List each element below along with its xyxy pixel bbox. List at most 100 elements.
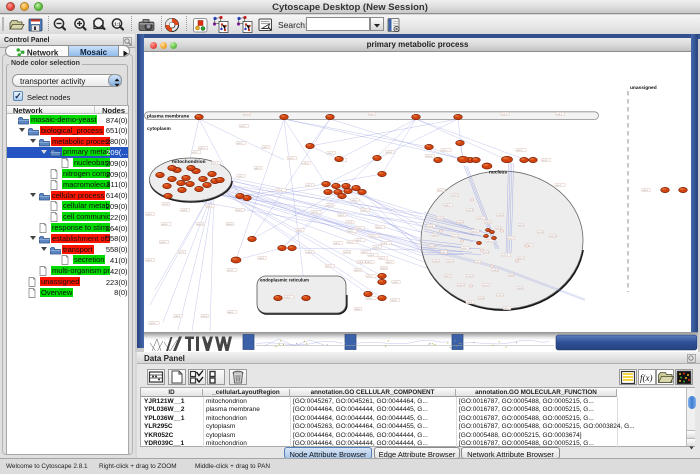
svg-text:a25-9: a25-9 — [458, 222, 464, 224]
svg-text:a42-8: a42-8 — [150, 323, 156, 325]
svg-text:a76-7: a76-7 — [192, 152, 198, 154]
svg-text:a85-5: a85-5 — [518, 258, 524, 260]
svg-text:f(x): f(x) — [640, 373, 653, 383]
svg-text:a13-6: a13-6 — [538, 232, 544, 234]
svg-text:a25-1: a25-1 — [339, 215, 345, 217]
svg-text:a93-9: a93-9 — [458, 285, 464, 287]
svg-text:a45-9: a45-9 — [285, 297, 291, 299]
svg-text:a41-5: a41-5 — [487, 241, 493, 243]
svg-text:a98-9: a98-9 — [381, 268, 387, 270]
svg-text:a48-7: a48-7 — [348, 231, 354, 233]
svg-text:a59-7: a59-7 — [327, 153, 333, 155]
svg-text:a51-1: a51-1 — [519, 225, 525, 227]
svg-text:a61-1: a61-1 — [452, 236, 458, 238]
svg-text:a37-9: a37-9 — [430, 246, 436, 248]
svg-text:a88-2: a88-2 — [445, 205, 451, 207]
svg-text:a62-1: a62-1 — [452, 195, 458, 197]
svg-text:a27-7: a27-7 — [212, 163, 218, 165]
svg-text:a84-6: a84-6 — [162, 224, 168, 226]
svg-text:a22-2: a22-2 — [288, 158, 294, 160]
svg-text:a86-5: a86-5 — [228, 312, 234, 314]
svg-text:unassigned: unassigned — [630, 85, 657, 91]
svg-text:a95-2: a95-2 — [237, 143, 243, 145]
svg-text:a74-5: a74-5 — [163, 204, 169, 206]
svg-text:a79-6: a79-6 — [382, 243, 388, 245]
svg-text:a26-9: a26-9 — [467, 276, 473, 278]
svg-text:a33-7: a33-7 — [263, 147, 269, 149]
svg-text:1:1: 1:1 — [114, 22, 121, 27]
svg-text:a12-5: a12-5 — [367, 298, 373, 300]
svg-text:a33-6: a33-6 — [202, 316, 208, 318]
svg-text:a34-6: a34-6 — [492, 270, 498, 272]
svg-text:a25-3: a25-3 — [344, 252, 350, 254]
svg-text:a97-1: a97-1 — [442, 150, 448, 152]
svg-text:a58-2: a58-2 — [509, 275, 515, 277]
svg-text:a26-1: a26-1 — [462, 248, 468, 250]
svg-text:a98-2: a98-2 — [518, 288, 524, 290]
svg-text:a51-9: a51-9 — [542, 160, 548, 162]
svg-text:a81-5: a81-5 — [550, 236, 556, 238]
svg-text:a96-6: a96-6 — [146, 260, 152, 262]
svg-text:a63-8: a63-8 — [428, 226, 434, 228]
svg-text:a86-9: a86-9 — [199, 148, 205, 150]
svg-text:a17-6: a17-6 — [437, 218, 443, 220]
svg-text:a18-5: a18-5 — [369, 255, 375, 257]
svg-text:a27-6: a27-6 — [277, 190, 283, 192]
svg-text:a53-6: a53-6 — [240, 126, 246, 128]
svg-text:a53-1: a53-1 — [206, 206, 212, 208]
svg-text:a15-6: a15-6 — [483, 285, 489, 287]
svg-text:a23-9: a23-9 — [244, 114, 250, 116]
svg-text:a13-5: a13-5 — [302, 163, 308, 165]
svg-text:a62-3: a62-3 — [355, 270, 361, 272]
svg-text:a54-3: a54-3 — [362, 252, 368, 254]
svg-text:a88-1: a88-1 — [355, 309, 361, 311]
svg-text:a27-8: a27-8 — [327, 205, 333, 207]
svg-text:a43-9: a43-9 — [181, 210, 187, 212]
svg-text:a25-3: a25-3 — [478, 218, 484, 220]
svg-text:a94-9: a94-9 — [376, 227, 382, 229]
svg-text:a86-6: a86-6 — [175, 316, 181, 318]
svg-text:a17-1: a17-1 — [179, 252, 185, 254]
svg-text:a90-6: a90-6 — [227, 224, 233, 226]
svg-text:a82-2: a82-2 — [556, 185, 562, 187]
svg-text:a13-3: a13-3 — [228, 270, 234, 272]
svg-text:a85-1: a85-1 — [433, 235, 439, 237]
svg-text:a71-9: a71-9 — [347, 222, 353, 224]
svg-text:a38-1: a38-1 — [361, 210, 367, 212]
svg-text:a21-9: a21-9 — [502, 255, 508, 257]
svg-text:a76-7: a76-7 — [237, 176, 243, 178]
svg-text:a50-7: a50-7 — [438, 190, 444, 192]
svg-text:a43-3: a43-3 — [557, 114, 563, 116]
svg-text:a59-6: a59-6 — [236, 210, 242, 212]
svg-text:a93-4: a93-4 — [351, 200, 357, 202]
svg-text:a62-4: a62-4 — [426, 156, 432, 158]
svg-text:a45-8: a45-8 — [160, 242, 166, 244]
svg-text:a85-1: a85-1 — [255, 168, 261, 170]
svg-text:a10-8: a10-8 — [472, 231, 478, 233]
svg-text:a54-7: a54-7 — [475, 262, 481, 264]
svg-text:a40-5: a40-5 — [146, 214, 152, 216]
svg-text:plasma membrane: plasma membrane — [147, 114, 189, 120]
svg-text:a65-1: a65-1 — [356, 240, 362, 242]
svg-text:a40-7: a40-7 — [441, 252, 447, 254]
svg-text:a58-2: a58-2 — [258, 258, 264, 260]
svg-text:a83-3: a83-3 — [370, 236, 376, 238]
svg-text:a87-3: a87-3 — [517, 150, 523, 152]
svg-text:a34-6: a34-6 — [356, 228, 362, 230]
svg-text:a40-1: a40-1 — [334, 243, 340, 245]
svg-text:a38-5: a38-5 — [306, 252, 312, 254]
svg-text:a90-8: a90-8 — [479, 298, 485, 300]
svg-text:a91-7: a91-7 — [379, 258, 385, 260]
svg-text:a88-3: a88-3 — [197, 224, 203, 226]
svg-text:a58-3: a58-3 — [485, 222, 491, 224]
svg-text:a95-2: a95-2 — [504, 308, 510, 310]
svg-text:a35-7: a35-7 — [369, 114, 375, 116]
svg-text:a94-9: a94-9 — [467, 302, 473, 304]
svg-text:a82-7: a82-7 — [367, 262, 373, 264]
svg-text:a18-7: a18-7 — [392, 282, 398, 284]
svg-text:a82-9: a82-9 — [445, 276, 451, 278]
svg-text:a76-7: a76-7 — [508, 238, 514, 240]
svg-text:a85-6: a85-6 — [642, 190, 648, 192]
svg-text:a15-7: a15-7 — [497, 295, 503, 297]
svg-text:a18-8: a18-8 — [358, 262, 364, 264]
